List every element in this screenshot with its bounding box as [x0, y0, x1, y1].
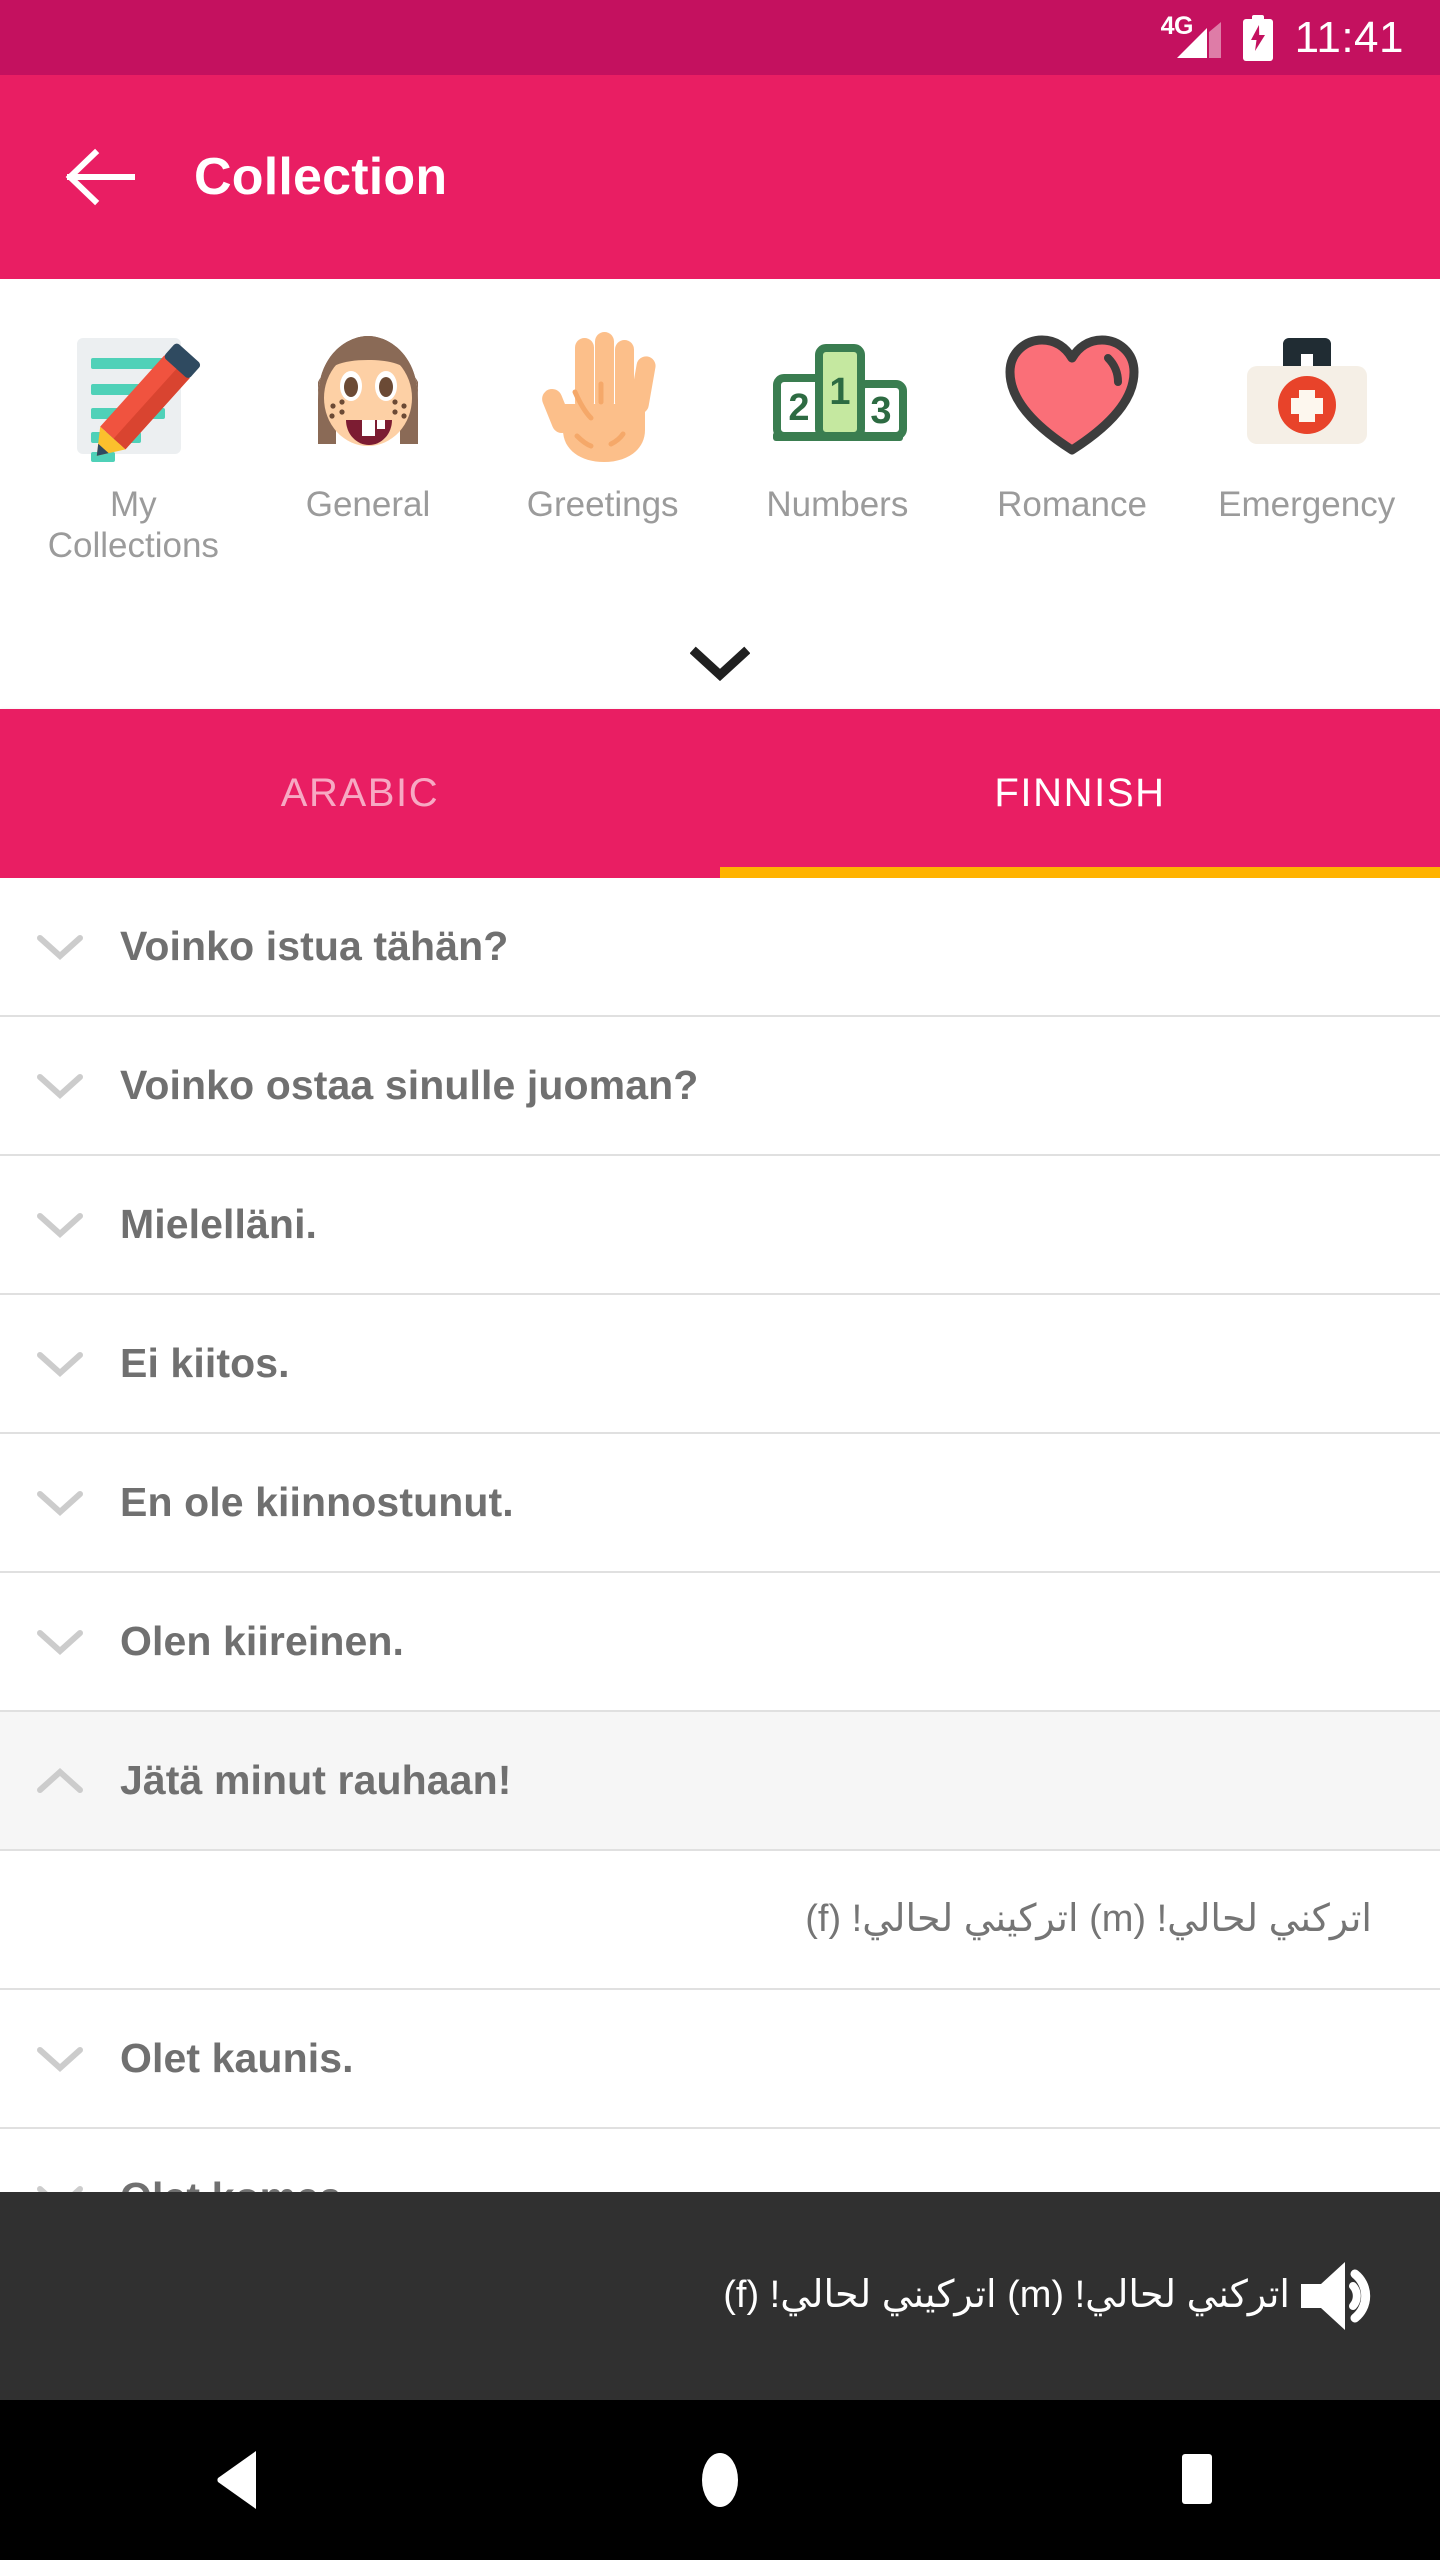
play-audio-button[interactable] [1290, 2248, 1386, 2344]
category-romance[interactable]: Romance [955, 323, 1190, 525]
heart-icon [1000, 323, 1145, 468]
phrase-text: Olet komea. [120, 2174, 354, 2192]
category-emergency[interactable]: Emergency [1189, 323, 1424, 525]
chevron-down-icon [0, 1350, 120, 1378]
svg-text:1: 1 [830, 371, 851, 413]
chevron-up-icon [0, 1767, 120, 1795]
app-bar: Collection [0, 75, 1440, 279]
phrase-row-expanded[interactable]: Jätä minut rauhaan! [0, 1712, 1440, 1851]
phrase-row[interactable]: Mielelläni. [0, 1156, 1440, 1295]
audio-player-bar: اتركني لحالي! (m) اتركيني لحالي! (f) [0, 2192, 1440, 2400]
svg-text:3: 3 [871, 390, 892, 432]
chevron-down-icon [0, 1072, 120, 1100]
nav-back-button[interactable] [165, 2400, 315, 2560]
chevron-down-icon [0, 933, 120, 961]
chevron-down-icon [0, 1628, 120, 1656]
signal-bars-icon: 4G [1161, 13, 1221, 60]
phrase-row[interactable]: En ole kiinnostunut. [0, 1434, 1440, 1573]
phrase-row[interactable]: Olet komea. [0, 2129, 1440, 2192]
raised-hand-icon [530, 323, 675, 468]
status-bar-right: 4G 11:41 [1161, 12, 1404, 62]
phrase-text: Ei kiitos. [120, 1340, 290, 1386]
first-aid-kit-icon [1234, 323, 1379, 468]
category-row: My Collections General Greetings 2 1 3 N… [0, 279, 1440, 567]
phrase-text: Voinko istua tähän? [120, 923, 509, 969]
category-label: Romance [997, 485, 1147, 524]
phrase-text: Olet kaunis. [120, 2035, 354, 2081]
girl-face-icon [296, 323, 441, 468]
tab-arabic[interactable]: ARABIC [0, 709, 720, 878]
phrase-row[interactable]: Ei kiitos. [0, 1295, 1440, 1434]
phrase-row[interactable]: Olen kiireinen. [0, 1573, 1440, 1712]
category-label: General [305, 485, 431, 524]
category-label: Emergency [1218, 485, 1396, 524]
phrase-list[interactable]: Voinko istua tähän? Voinko ostaa sinulle… [0, 878, 1440, 2192]
svg-text:2: 2 [789, 387, 810, 429]
category-label: My Collections [47, 485, 219, 566]
category-general[interactable]: General [251, 323, 486, 525]
tab-label: ARABIC [280, 771, 440, 815]
phrase-translation-row: اتركني لحالي! (m) اتركيني لحالي! (f) [0, 1851, 1440, 1990]
podium-123-icon: 2 1 3 [765, 323, 910, 468]
phrase-row[interactable]: Voinko ostaa sinulle juoman? [0, 1017, 1440, 1156]
category-my-collections[interactable]: My Collections [16, 323, 251, 567]
chevron-down-icon [690, 646, 750, 681]
speaker-volume-icon [1301, 2262, 1371, 2330]
phrase-text: Voinko ostaa sinulle juoman? [120, 1062, 699, 1108]
expand-categories-button[interactable] [0, 645, 1440, 681]
chevron-down-icon [0, 2184, 120, 2192]
phrase-text: Jätä minut rauhaan! [120, 1757, 512, 1803]
translation-text: اتركني لحالي! (m) اتركيني لحالي! (f) [805, 1897, 1372, 1940]
status-bar-clock: 11:41 [1294, 12, 1404, 62]
chevron-down-icon [0, 2045, 120, 2073]
nav-recents-square-icon [1182, 2454, 1212, 2504]
phrase-row[interactable]: Voinko istua tähän? [0, 878, 1440, 1017]
battery-charging-icon [1242, 14, 1273, 61]
memo-pencil-icon [61, 323, 206, 468]
status-bar: 4G 11:41 [0, 0, 1440, 75]
player-phrase-text: اتركني لحالي! (m) اتركيني لحالي! (f) [723, 2274, 1290, 2317]
system-nav-bar [0, 2400, 1440, 2560]
phrase-text: En ole kiinnostunut. [120, 1479, 514, 1525]
phrasebook-screen: 4G 11:41 Collection My Collections Gener… [0, 0, 1440, 2560]
back-button[interactable] [50, 127, 150, 227]
chevron-down-icon [0, 1211, 120, 1239]
page-title: Collection [194, 148, 448, 206]
signal-triangle-icon [1176, 21, 1221, 58]
phrase-row[interactable]: Olet kaunis. [0, 1990, 1440, 2129]
chevron-down-icon [0, 1489, 120, 1517]
tab-label: FINNISH [994, 771, 1166, 815]
nav-home-circle-icon [702, 2453, 738, 2507]
category-label: Numbers [766, 485, 909, 524]
back-arrow-icon [65, 148, 135, 206]
language-tabs: ARABIC FINNISH [0, 709, 1440, 878]
category-label: Greetings [526, 485, 679, 524]
category-strip: My Collections General Greetings 2 1 3 N… [0, 279, 1440, 709]
category-numbers[interactable]: 2 1 3 Numbers [720, 323, 955, 525]
nav-recents-button[interactable] [1125, 2400, 1275, 2560]
tab-finnish[interactable]: FINNISH [720, 709, 1440, 878]
phrase-text: Mielelläni. [120, 1201, 318, 1247]
phrase-text: Olen kiireinen. [120, 1618, 405, 1664]
category-greetings[interactable]: Greetings [485, 323, 720, 525]
nav-home-button[interactable] [645, 2400, 795, 2560]
nav-back-triangle-icon [217, 2451, 256, 2509]
